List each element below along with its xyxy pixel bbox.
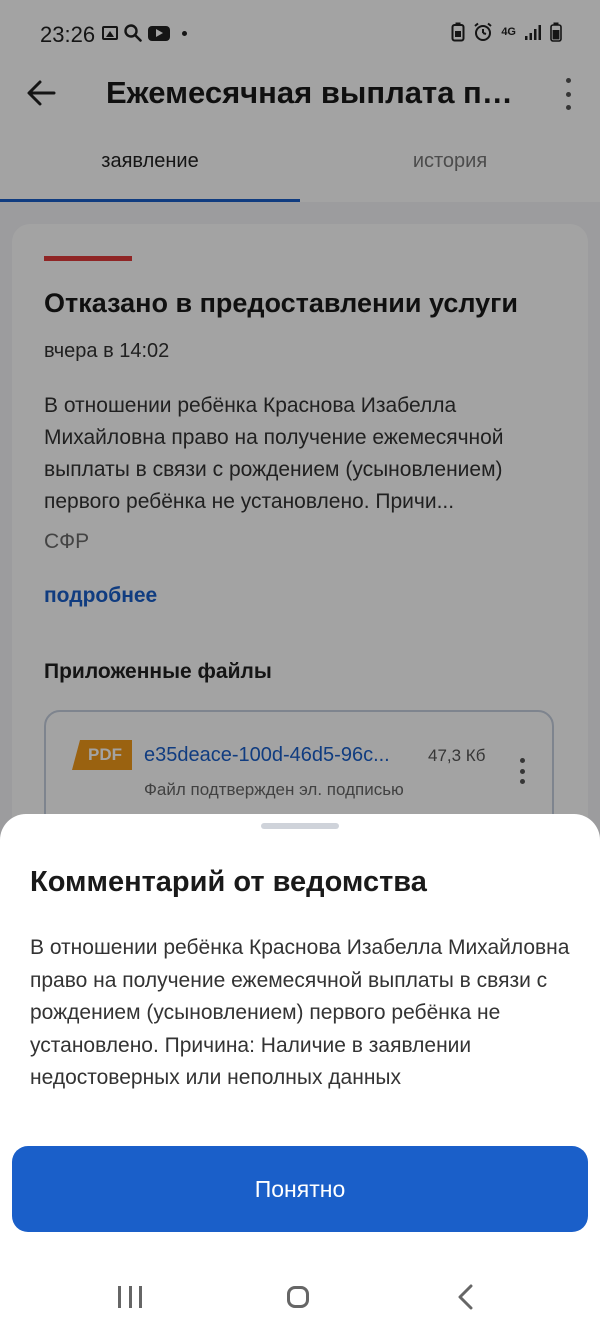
sheet-title: Комментарий от ведомства bbox=[30, 866, 427, 898]
nav-back-icon[interactable] bbox=[456, 1284, 476, 1310]
bottom-sheet: Комментарий от ведомства В отношении реб… bbox=[0, 814, 600, 1332]
app-screen: 23:26 4G Ежемесячная выплата при заявлен… bbox=[0, 0, 600, 1332]
sheet-comment-text: В отношении ребёнка Краснова Изабелла Ми… bbox=[30, 936, 570, 1089]
recent-apps-icon[interactable] bbox=[118, 1286, 142, 1308]
sheet-drag-handle[interactable] bbox=[261, 823, 339, 829]
system-nav-bar bbox=[0, 1262, 600, 1332]
home-icon[interactable] bbox=[287, 1286, 309, 1308]
understood-button[interactable]: Понятно bbox=[12, 1146, 588, 1232]
